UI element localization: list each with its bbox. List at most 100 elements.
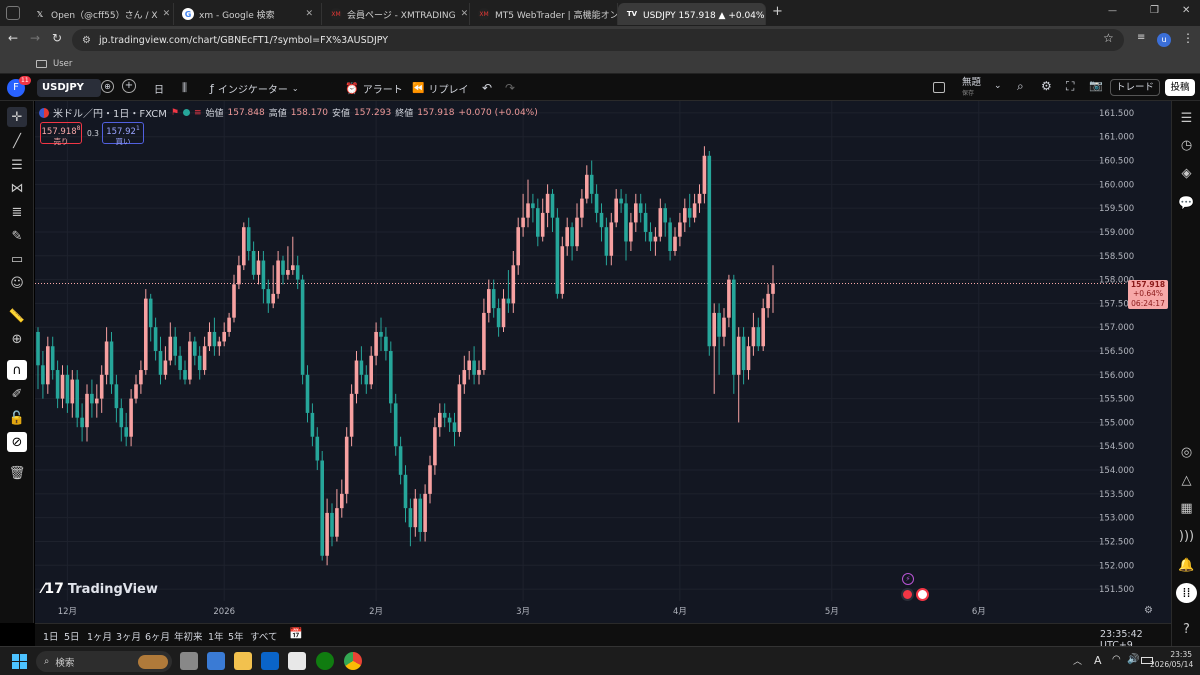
ime-indicator[interactable]: A (1094, 654, 1102, 667)
candle[interactable] (389, 341, 393, 413)
candle[interactable] (487, 279, 491, 323)
candle[interactable] (266, 279, 271, 313)
bookmark-star-icon[interactable]: ☆ (1103, 31, 1114, 45)
candlestick-chart[interactable]: 151.500 152.000 152.500 153.000 153.500 154.0… (35, 101, 1171, 623)
candle[interactable] (188, 331, 192, 385)
wifi-icon[interactable]: ◠ (1112, 654, 1121, 665)
new-tab-button[interactable]: + (772, 4, 783, 19)
candle[interactable] (217, 336, 222, 356)
sell-button[interactable]: 157.9188 売り (40, 122, 82, 146)
candle[interactable] (751, 312, 756, 356)
candle[interactable] (506, 270, 511, 313)
candle[interactable] (183, 360, 187, 385)
candle[interactable] (585, 165, 589, 204)
candle[interactable] (756, 317, 761, 351)
close-tab-icon[interactable]: ✕ (461, 9, 469, 19)
candle[interactable] (295, 255, 300, 290)
candle[interactable] (104, 327, 109, 385)
tab-xm-member[interactable]: XM 会員ページ - XMTRADING ✕ (322, 3, 470, 25)
candle[interactable] (144, 289, 148, 375)
axis-settings-icon[interactable]: ⚙ (1144, 605, 1153, 616)
period-4[interactable]: 6ヶ月 (145, 629, 170, 643)
settings-gear-icon[interactable]: ⚙ (1041, 79, 1052, 93)
bell-icon[interactable]: 🔔 (1176, 555, 1197, 575)
period-0[interactable]: 1日 (43, 629, 59, 643)
url-input[interactable]: ⚙ jp.tradingview.com/chart/GBNEcFT1/?sym… (72, 29, 1124, 51)
ruler-icon[interactable]: 📏 (7, 306, 27, 326)
period-1[interactable]: 5日 (64, 629, 80, 643)
candle[interactable] (320, 451, 324, 561)
candle[interactable] (158, 336, 163, 385)
stay-drawing-icon[interactable]: ✐ (7, 384, 27, 404)
candle[interactable] (227, 312, 231, 337)
brush-icon[interactable]: ✎ (7, 226, 27, 246)
candle[interactable] (629, 212, 633, 251)
period-3[interactable]: 3ヶ月 (116, 629, 141, 643)
candle[interactable] (741, 327, 746, 385)
candle[interactable] (261, 251, 266, 304)
document-icon[interactable] (288, 652, 306, 670)
candle[interactable] (271, 265, 275, 309)
us-event-flag-icon[interactable] (901, 588, 914, 601)
candle[interactable] (766, 284, 770, 318)
event-lightning-icon[interactable]: ⚡ (902, 573, 914, 585)
candle[interactable] (648, 222, 653, 251)
trade-button[interactable]: トレード (1110, 79, 1160, 96)
task-view-icon[interactable] (180, 652, 198, 670)
candle[interactable] (624, 193, 628, 261)
fullscreen-icon[interactable]: ⛶ (1066, 79, 1074, 94)
candle[interactable] (496, 298, 501, 337)
candle[interactable] (638, 193, 643, 223)
file-explorer-icon[interactable] (234, 652, 252, 670)
candle[interactable] (619, 189, 623, 213)
volume-icon[interactable]: 🔊 (1127, 654, 1139, 665)
watchlist-icon[interactable]: ☰ (1176, 108, 1197, 128)
candle[interactable] (41, 351, 45, 399)
undo-icon[interactable]: ↶ (482, 79, 492, 97)
candle[interactable] (428, 455, 432, 504)
tab-google[interactable]: G xm - Google 検索 ✕ (174, 3, 322, 25)
candle[interactable] (398, 436, 403, 485)
candle[interactable] (46, 336, 50, 394)
candle[interactable] (359, 346, 364, 385)
tab-tradingview[interactable]: TV USDJPY 157.918 ▲ +0.04% 無 ✕ (618, 3, 766, 25)
compare-icon[interactable]: + (122, 79, 136, 93)
candle[interactable] (570, 222, 574, 261)
publish-button[interactable]: 投稿 (1165, 79, 1195, 96)
candle[interactable] (276, 251, 280, 299)
close-tab-icon[interactable]: ✕ (163, 9, 171, 19)
alerts-clock-icon[interactable]: ◷ (1176, 135, 1197, 155)
help-icon[interactable]: ? (1176, 619, 1197, 639)
candle[interactable] (408, 498, 413, 547)
candle[interactable] (310, 403, 315, 447)
candle[interactable] (501, 289, 506, 332)
forward-icon[interactable]: → (30, 31, 40, 45)
pitchfork-icon[interactable]: ⋈ (7, 178, 27, 198)
candle[interactable] (139, 360, 143, 394)
candle[interactable] (692, 193, 697, 223)
date-range-icon[interactable]: 📅 (289, 627, 303, 640)
candle[interactable] (222, 322, 226, 347)
candle[interactable] (300, 274, 305, 385)
candle[interactable] (354, 351, 359, 404)
candle[interactable] (599, 203, 604, 242)
candle[interactable] (580, 189, 584, 228)
annotation-icon[interactable]: ▭ (7, 249, 27, 269)
candle[interactable] (173, 327, 177, 366)
candle[interactable] (36, 327, 40, 390)
candle[interactable] (384, 327, 388, 361)
indicators-button[interactable]: ƒ インジケーター ⌄ (210, 79, 299, 97)
alert-button[interactable]: ⏰ アラート (345, 79, 403, 97)
period-6[interactable]: 1年 (208, 629, 224, 643)
hide-drawings-icon[interactable]: ⊘ (7, 432, 27, 452)
target-icon[interactable]: ◎ (1176, 442, 1197, 462)
candle[interactable] (212, 317, 217, 356)
layers-icon[interactable]: ◈ (1176, 163, 1197, 183)
candle[interactable] (124, 412, 128, 447)
outlook-icon[interactable] (261, 652, 279, 670)
candle[interactable] (702, 146, 707, 204)
candle[interactable] (521, 193, 525, 237)
candle[interactable] (771, 265, 775, 313)
candle[interactable] (462, 355, 467, 394)
candle[interactable] (369, 346, 373, 390)
